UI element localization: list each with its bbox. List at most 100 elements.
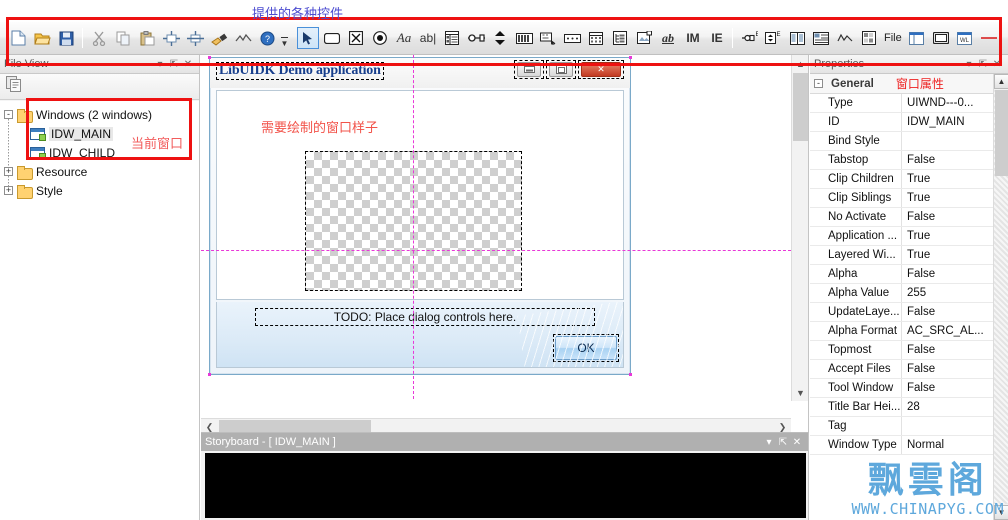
design-window-client-area[interactable]: 需要绘制的窗口样子 xyxy=(216,90,624,300)
chart-line-icon[interactable] xyxy=(834,27,856,49)
ok-button[interactable]: OK xyxy=(555,336,617,360)
color-picker-icon[interactable] xyxy=(858,27,880,49)
tree-toggle-resource[interactable]: + xyxy=(4,167,13,176)
spin-control-icon[interactable] xyxy=(489,27,511,49)
align-vertical-icon[interactable] xyxy=(184,27,206,49)
pin-icon[interactable]: ⇱ xyxy=(976,57,990,71)
design-window-preview[interactable]: LibUIDK Demo application ✕ 需要绘制的窗口样子 TOD… xyxy=(208,56,632,376)
window-list-icon[interactable]: WL xyxy=(954,27,976,49)
table-row[interactable]: UpdateLaye... False xyxy=(810,303,1008,322)
radio-control-icon[interactable] xyxy=(369,27,391,49)
minimize-button[interactable] xyxy=(514,60,544,79)
static-text-icon[interactable]: Aa xyxy=(393,27,415,49)
cut-scissors-icon[interactable] xyxy=(88,27,110,49)
table-row[interactable]: Bind Style xyxy=(810,132,1008,151)
layout-left-icon[interactable] xyxy=(906,27,928,49)
ab-link-icon[interactable]: ab xyxy=(657,27,679,49)
table-row[interactable]: Type UIWND---0... xyxy=(810,94,1008,113)
handle-bottom-left[interactable] xyxy=(208,373,211,376)
ok-button-selection[interactable]: OK xyxy=(553,334,619,362)
storyboard-timeline[interactable] xyxy=(205,453,806,518)
tree-node-style[interactable]: + Style xyxy=(4,181,199,200)
scroll-up-arrow-icon[interactable]: ▲ xyxy=(792,55,808,72)
checkbox-control-icon[interactable] xyxy=(345,27,367,49)
copy-icon[interactable] xyxy=(112,27,134,49)
tree-node-windows[interactable]: - Windows (2 windows) xyxy=(4,105,199,124)
chevron-down-icon[interactable]: ▾ xyxy=(153,57,167,71)
progress-control-icon[interactable] xyxy=(513,27,535,49)
chevron-down-icon[interactable]: ▾ xyxy=(762,435,776,449)
table-row[interactable]: Alpha Value 255 xyxy=(810,284,1008,303)
edit-control-icon[interactable]: ab| xyxy=(417,27,439,49)
design-window-footer[interactable]: TODO: Place dialog controls here. OK xyxy=(216,302,624,368)
table-row[interactable]: Title Bar Hei... 28 xyxy=(810,398,1008,417)
table-row[interactable]: Accept Files False xyxy=(810,360,1008,379)
properties-group-toggle[interactable]: - xyxy=(814,79,823,88)
chevron-down-icon[interactable]: ▾ xyxy=(962,57,976,71)
close-icon[interactable]: ✕ xyxy=(181,57,195,71)
split-pane-icon[interactable] xyxy=(786,27,808,49)
spin-ex-icon[interactable]: E xyxy=(762,27,784,49)
table-row[interactable]: Topmost False xyxy=(810,341,1008,360)
picture-control-icon[interactable] xyxy=(633,27,655,49)
ie-icon[interactable]: IE xyxy=(707,27,727,49)
table-row[interactable]: Window Type Normal xyxy=(810,436,1008,455)
hotkey-control-icon[interactable] xyxy=(537,27,559,49)
maximize-button[interactable] xyxy=(546,60,576,79)
hotkey-ex-icon[interactable]: E xyxy=(738,27,760,49)
table-row[interactable]: Tool Window False xyxy=(810,379,1008,398)
tree-toggle-style[interactable]: + xyxy=(4,186,13,195)
help-icon[interactable]: ? xyxy=(256,27,278,49)
curve-icon[interactable] xyxy=(232,27,254,49)
table-row[interactable]: Application ... True xyxy=(810,227,1008,246)
brush-icon[interactable] xyxy=(208,27,230,49)
handle-top-right[interactable] xyxy=(629,56,632,59)
todo-static-text[interactable]: TODO: Place dialog controls here. xyxy=(255,308,595,326)
new-file-icon[interactable] xyxy=(7,27,29,49)
table-row[interactable]: Layered Wi... True xyxy=(810,246,1008,265)
scroll-up-arrow-icon[interactable]: ▲ xyxy=(994,74,1008,89)
handle-bottom-right[interactable] xyxy=(629,373,632,376)
tree-node-idw-child[interactable]: IDW_CHILD xyxy=(4,143,199,162)
slider-control-icon[interactable] xyxy=(465,27,487,49)
table-row[interactable]: Clip Siblings True xyxy=(810,189,1008,208)
save-disk-icon[interactable] xyxy=(55,27,77,49)
guide-horizontal[interactable] xyxy=(201,250,791,251)
copy-pages-icon[interactable] xyxy=(6,76,24,97)
close-icon[interactable]: ✕ xyxy=(790,435,804,449)
separator-line-icon[interactable] xyxy=(978,27,1000,49)
design-window-titlebar[interactable]: LibUIDK Demo application ✕ xyxy=(210,58,630,88)
canvas-vertical-scrollbar[interactable]: ▲ ▼ xyxy=(791,55,808,401)
canvas-vscroll-thumb[interactable] xyxy=(793,73,808,141)
close-button[interactable]: ✕ xyxy=(578,60,624,79)
tree-toggle-windows[interactable]: - xyxy=(4,110,13,119)
tree-node-resource[interactable]: + Resource xyxy=(4,162,199,181)
open-folder-icon[interactable] xyxy=(31,27,53,49)
im-icon[interactable]: IM xyxy=(681,27,705,49)
pin-icon[interactable]: ⇱ xyxy=(167,57,181,71)
close-icon[interactable]: ✕ xyxy=(990,57,1004,71)
properties-group-header[interactable]: - General 窗口属性 xyxy=(810,74,1008,94)
properties-vertical-scrollbar[interactable]: ▲ ▼ xyxy=(993,74,1008,520)
listview-control-icon[interactable] xyxy=(441,27,463,49)
table-row[interactable]: No Activate False xyxy=(810,208,1008,227)
design-canvas[interactable]: LibUIDK Demo application ✕ 需要绘制的窗口样子 TOD… xyxy=(201,55,791,401)
toolbar-overflow-button-1[interactable]: ▼ xyxy=(279,26,290,50)
scroll-down-arrow-icon[interactable]: ▼ xyxy=(994,505,1008,520)
panel-icon[interactable] xyxy=(930,27,952,49)
handle-top-left[interactable] xyxy=(208,56,211,59)
table-row[interactable]: ID IDW_MAIN xyxy=(810,113,1008,132)
table-row[interactable]: Tabstop False xyxy=(810,151,1008,170)
properties-scroll-thumb[interactable] xyxy=(995,90,1008,176)
align-horizontal-icon[interactable] xyxy=(160,27,182,49)
guide-vertical[interactable] xyxy=(413,55,414,399)
paste-icon[interactable] xyxy=(136,27,158,49)
text-tool-icon[interactable]: T xyxy=(1002,27,1008,49)
pin-icon[interactable]: ⇱ xyxy=(776,435,790,449)
report-list-icon[interactable] xyxy=(810,27,832,49)
table-row[interactable]: Tag xyxy=(810,417,1008,436)
button-control-icon[interactable] xyxy=(321,27,343,49)
ip-address-icon[interactable] xyxy=(561,27,583,49)
table-row[interactable]: Alpha False xyxy=(810,265,1008,284)
scroll-down-arrow-icon[interactable]: ▼ xyxy=(792,384,808,401)
